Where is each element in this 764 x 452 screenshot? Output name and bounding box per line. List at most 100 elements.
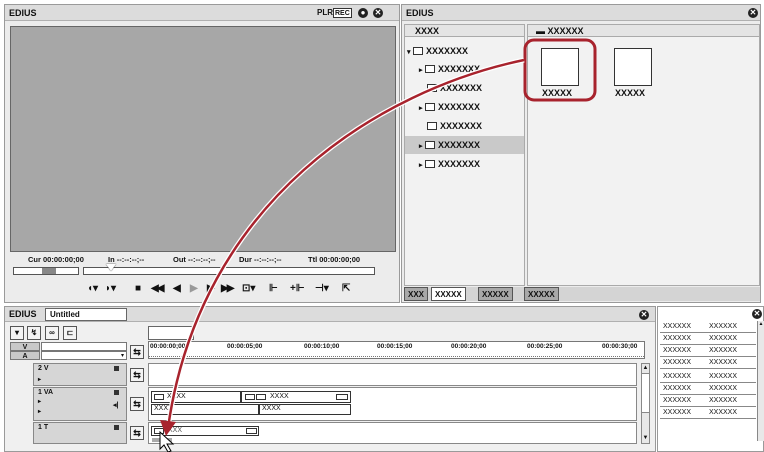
sequence-tab[interactable]: Untitled [45, 308, 127, 321]
timeline-titlebar: EDIUS Untitled ✕ [5, 307, 655, 322]
track-2v-header[interactable]: 2 V ▸ [33, 363, 127, 386]
video-mute-icon[interactable] [114, 366, 119, 371]
track-1va-label: 1 VA [38, 389, 54, 396]
table-row[interactable]: XXXXXX XXXXXX [660, 357, 756, 369]
bin-tab[interactable]: XXXXX [478, 287, 513, 301]
table-row[interactable]: XXXXXX XXXXXX [660, 407, 756, 419]
video-clip[interactable]: XXXX [241, 391, 351, 403]
ruler-tick: 00:00:15;00 [377, 343, 413, 350]
minimize-icon[interactable]: ● [358, 8, 368, 18]
bin-tab-active[interactable]: XXXXX [431, 287, 466, 301]
bin-close-icon[interactable]: ✕ [748, 8, 758, 18]
overwrite-button[interactable]: +⊩ [290, 283, 305, 294]
track-v-label: V [10, 342, 40, 351]
audio-clip[interactable]: XXXX [259, 404, 351, 415]
step-back-button[interactable]: ◀ [173, 283, 181, 294]
bin-tab[interactable]: XXXXX [524, 287, 559, 301]
scroll-thumb[interactable] [642, 373, 649, 413]
track-settings-icon[interactable]: ▾ [10, 326, 24, 340]
scroll-up-icon[interactable]: ▲ [642, 364, 649, 372]
track-1t-lane[interactable]: XXX [148, 422, 637, 444]
in-timecode: In --:--:--;-- [108, 255, 145, 264]
timeline-close-icon[interactable]: ✕ [639, 310, 649, 320]
audio-clip[interactable]: XXXX [151, 404, 259, 415]
play-button[interactable]: ▶ [190, 283, 198, 294]
tree-item[interactable]: ▸ XXXXXXX [419, 155, 524, 173]
shuttle-slider[interactable] [13, 267, 79, 275]
ripple-icon[interactable]: ↯ [27, 326, 41, 340]
clip-thumb-icon [154, 394, 164, 400]
export-button[interactable]: ⇱ [342, 283, 350, 294]
info-table: XXXXXX XXXXXX XXXXXX XXXXXX XXXXXX XXXXXX X… [660, 321, 756, 441]
video-mute-icon[interactable] [114, 390, 119, 395]
track-patch-icon[interactable]: ⇆ [130, 426, 144, 440]
loop-button[interactable]: ⊡▾ [242, 283, 255, 294]
match-frame-button[interactable]: ⊣▾ [315, 283, 329, 294]
clip-thumb-icon [245, 394, 255, 400]
timeline-search-field[interactable] [148, 326, 194, 340]
track-patch-icon[interactable]: ⇆ [130, 397, 144, 411]
sync-icon[interactable]: ∞ [45, 326, 59, 340]
fast-forward-button[interactable]: ▶▶ [221, 283, 234, 294]
swap-arrows-icon[interactable]: ⇆ [130, 345, 144, 359]
table-row[interactable]: XXXXXX XXXXXX [660, 383, 756, 395]
timeline-title: EDIUS [9, 309, 37, 319]
player-window: EDIUS PLR REC ● ✕ Cur 00:00:00;00 In --:… [4, 4, 400, 303]
group-icon[interactable]: ⊏ [63, 326, 77, 340]
info-scrollbar[interactable]: ▲ [757, 321, 764, 441]
table-row[interactable]: XXXXXX XXXXXX [660, 333, 756, 345]
ttl-timecode: Ttl 00:00:00;00 [308, 255, 361, 264]
info-close-icon[interactable]: ✕ [752, 309, 762, 319]
track-1t-header[interactable]: 1 T [33, 422, 127, 444]
tree-item-selected[interactable]: ▸ XXXXXXX [405, 136, 524, 154]
tree-item[interactable]: XXXXXXX [427, 117, 524, 135]
table-row[interactable]: XXXXXX XXXXXX [660, 395, 756, 407]
timeline-ruler[interactable]: 00:00:00;00 00:00:05;00 00:00:10;00 00:0… [148, 341, 645, 359]
tree-item[interactable]: ▸ XXXXXXX [419, 98, 524, 116]
stop-button[interactable]: ■ [135, 283, 141, 294]
clip-thumbnail[interactable] [614, 48, 652, 86]
tree-item[interactable]: XXXXXXX [427, 79, 524, 97]
expand-icon[interactable]: ▸ [38, 376, 41, 383]
shuttle-handle[interactable] [42, 268, 56, 274]
track-1va-header[interactable]: 1 VA ◂| ▸ ▸ [33, 387, 127, 421]
video-mute-icon[interactable] [114, 425, 119, 430]
player-titlebar: EDIUS PLR REC ● ✕ [5, 5, 399, 21]
set-out-button[interactable]: ◗▾ [105, 283, 116, 294]
track-2v-lane[interactable] [148, 363, 637, 386]
table-row[interactable]: XXXXXX XXXXXX [660, 345, 756, 357]
track-1va-lane[interactable]: XXXX XXXX XXXX XXXX [148, 387, 637, 421]
bin-tab[interactable]: XXX [404, 287, 429, 301]
track-patch-icon[interactable]: ⇆ [130, 368, 144, 382]
patch-slider[interactable] [41, 342, 127, 351]
position-slider[interactable] [83, 264, 375, 275]
clip-name: XXX [168, 427, 183, 434]
title-clip[interactable]: XXX [151, 426, 259, 436]
step-forward-button[interactable]: ▶ [207, 283, 215, 294]
position-marker[interactable] [106, 264, 116, 271]
audio-icon[interactable]: ◂| [113, 401, 118, 409]
rec-button[interactable]: REC [333, 8, 352, 18]
expand-icon[interactable]: ▸ [38, 408, 41, 415]
folder-open-icon [413, 47, 424, 55]
timeline-scrollbar[interactable]: ▲ ▼ [641, 363, 650, 444]
scroll-down-icon[interactable]: ▼ [642, 434, 649, 442]
table-row[interactable]: XXXXXX XXXXXX [660, 321, 756, 333]
patch-dropdown[interactable]: ▾ [41, 351, 127, 360]
bin-tabs: XXX XXXXX XXXXX XXXXX [404, 287, 760, 301]
ruler-scale [149, 353, 644, 357]
tree-item[interactable]: ▸ XXXXXXX [419, 60, 524, 78]
insert-button[interactable]: ⊩ [269, 283, 278, 294]
clip-thumbnail[interactable] [541, 48, 579, 86]
plr-label[interactable]: PLR [317, 5, 333, 21]
video-clip[interactable]: XXXX [151, 391, 241, 403]
table-row[interactable]: XXXXXX XXXXXX [660, 371, 756, 383]
close-icon[interactable]: ✕ [373, 8, 383, 18]
tree-item[interactable]: ▾ XXXXXXX [407, 42, 524, 60]
set-in-button[interactable]: ◖▾ [87, 283, 98, 294]
scroll-up-icon[interactable]: ▲ [758, 321, 764, 327]
info-panel: ✕ XXXXXX XXXXXX XXXXXX XXXXXX XXXXXX XXXXXX… [657, 306, 764, 452]
bin-title: EDIUS [406, 8, 434, 18]
expand-icon[interactable]: ▸ [38, 398, 41, 405]
rewind-button[interactable]: ◀◀ [151, 283, 164, 294]
